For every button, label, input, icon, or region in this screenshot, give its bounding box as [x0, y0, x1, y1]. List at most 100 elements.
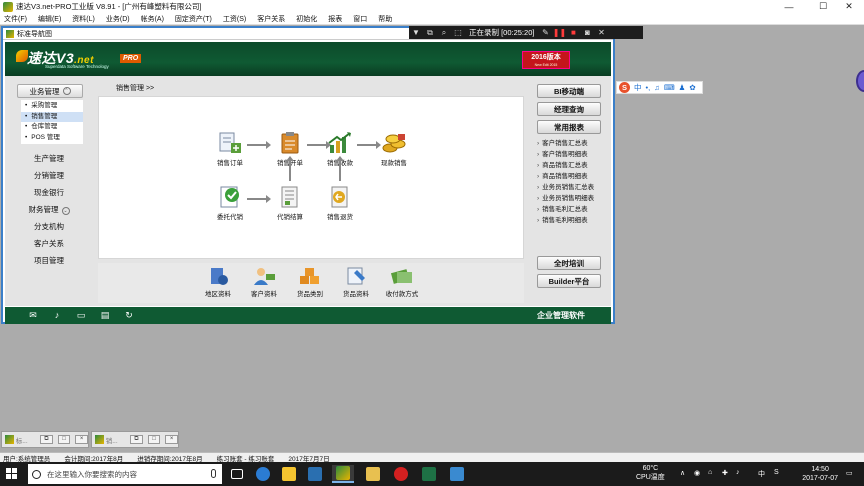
menu-business[interactable]: 业务(D) [106, 14, 130, 24]
document-icon[interactable]: ▤ [99, 310, 111, 321]
goods-category-item[interactable]: 货品类别 [286, 266, 334, 298]
sogou-tray-icon[interactable]: S [774, 469, 779, 476]
bi-mobile-button[interactable]: BI移动端 [537, 84, 601, 98]
edge-icon[interactable] [252, 465, 274, 483]
menu-edit[interactable]: 编辑(E) [38, 14, 61, 24]
volume-icon[interactable]: ♪ [736, 469, 740, 476]
flow-sales-order[interactable]: 销售订单 [206, 131, 254, 167]
pen-icon[interactable]: ✎ [538, 28, 552, 37]
menu-file[interactable]: 文件(F) [4, 14, 27, 24]
skin-icon[interactable]: ♟ [679, 83, 686, 92]
expand-icon[interactable]: ⌄ [61, 207, 70, 215]
module-finance[interactable]: 财务管理 ⌄ [9, 201, 89, 218]
minimized-window[interactable]: 销... ⧉ □ × [91, 431, 179, 448]
restore-icon[interactable]: ⧉ [130, 435, 143, 444]
show-hidden-icon[interactable]: ∧ [680, 469, 685, 477]
sogou-icon[interactable]: S [619, 82, 630, 93]
training-button[interactable]: 全时培训 [537, 256, 601, 270]
clock[interactable]: 14:50 2017-07-07 [802, 465, 838, 483]
submenu-purchase[interactable]: 采购管理 [21, 101, 83, 112]
payment-method-item[interactable]: 收付款方式 [378, 266, 426, 298]
submenu-pos[interactable]: POS 管理 [21, 133, 83, 144]
submenu-warehouse[interactable]: 仓库管理 [21, 122, 83, 133]
report-link[interactable]: 商品销售汇总表 [533, 160, 608, 171]
record-dropdown-icon[interactable]: ▼ [409, 28, 423, 37]
punctuation-icon[interactable]: •, [646, 83, 651, 92]
security-icon[interactable]: ✚ [722, 469, 728, 477]
camera-icon[interactable]: ◙ [580, 28, 594, 37]
zoom-icon[interactable]: ⌕ [437, 28, 451, 38]
maximize-icon[interactable]: □ [147, 435, 161, 444]
minimized-window[interactable]: 标... ⧉ □ × [1, 431, 89, 448]
report-link[interactable]: 商品销售明细表 [533, 171, 608, 182]
module-cash-bank[interactable]: 现金银行 [9, 184, 89, 201]
mic-icon[interactable] [211, 469, 216, 478]
refresh-icon[interactable]: ↻ [123, 310, 135, 321]
report-link[interactable]: 业务员销售明细表 [533, 193, 608, 204]
window-select-icon[interactable]: ⧉ [423, 28, 437, 38]
recorder-icon[interactable] [390, 465, 412, 483]
pause-icon[interactable]: ❚❚ [552, 28, 566, 37]
flow-consign-settle[interactable]: 代销结算 [266, 185, 314, 221]
menu-reports[interactable]: 报表 [328, 14, 342, 24]
report-link[interactable]: 销售毛利汇总表 [533, 204, 608, 215]
menu-data[interactable]: 资料(L) [72, 14, 95, 24]
taskbar-search-box[interactable]: 在这里输入你要搜索的内容 [28, 464, 222, 484]
tools-icon[interactable]: ✿ [689, 83, 695, 92]
flow-consignment[interactable]: 委托代销 [206, 185, 254, 221]
module-business-button[interactable]: 业务管理 ⌃ [17, 84, 83, 98]
common-reports-button[interactable]: 常用报表 [537, 120, 601, 134]
menu-crm[interactable]: 客户关系 [257, 14, 285, 24]
mail-icon[interactable]: ✉ [27, 310, 39, 321]
close-icon[interactable]: × [75, 435, 88, 444]
ime-lang[interactable]: 中 [634, 82, 642, 93]
app-icon[interactable] [304, 465, 326, 483]
customer-data-item[interactable]: 客户资料 [240, 266, 288, 298]
windows-start-icon[interactable] [6, 468, 17, 479]
app-icon[interactable] [446, 465, 468, 483]
area-data-item[interactable]: 地区资料 [194, 266, 242, 298]
report-link[interactable]: 销售毛利明细表 [533, 215, 608, 226]
module-crm[interactable]: 客户关系 [9, 235, 89, 252]
network-icon[interactable]: ⌂ [708, 469, 712, 476]
module-projects[interactable]: 项目管理 [9, 252, 89, 269]
keyboard-icon[interactable]: ⌨ [664, 83, 675, 92]
restore-icon[interactable]: ⧉ [40, 435, 53, 444]
file-explorer-icon[interactable] [362, 465, 384, 483]
goods-data-item[interactable]: 货品资料 [332, 266, 380, 298]
recorder-close-icon[interactable]: ✕ [594, 28, 608, 37]
notification-icon[interactable]: ▭ [846, 469, 853, 477]
speaker-icon[interactable]: ♪ [51, 310, 63, 321]
menu-help[interactable]: 帮助 [378, 14, 392, 24]
task-view-icon[interactable] [226, 465, 248, 483]
menu-init[interactable]: 初始化 [296, 14, 317, 24]
store-icon[interactable] [278, 465, 300, 483]
module-production[interactable]: 生产管理 [9, 150, 89, 167]
module-branches[interactable]: 分支机构 [9, 218, 89, 235]
submenu-sales[interactable]: 销售管理 [21, 111, 83, 122]
close-button[interactable]: ✕ [834, 0, 864, 13]
report-link[interactable]: 客户销售汇总表 [533, 138, 608, 149]
manager-query-button[interactable]: 经理查询 [537, 102, 601, 116]
minimize-button[interactable]: — [774, 0, 804, 13]
mic-icon[interactable]: ♫ [654, 83, 660, 92]
builder-platform-button[interactable]: Builder平台 [537, 274, 601, 288]
stop-icon[interactable]: ■ [566, 28, 580, 37]
input-language[interactable]: 中 [758, 469, 765, 479]
menu-payroll[interactable]: 工资(S) [223, 14, 246, 24]
flow-cash-sales[interactable]: 现款销售 [370, 131, 418, 167]
collapse-icon[interactable]: ⌃ [62, 87, 71, 95]
app-tray-icon[interactable]: ◉ [694, 469, 700, 477]
report-link[interactable]: 业务员销售汇总表 [533, 182, 608, 193]
excel-icon[interactable] [418, 465, 440, 483]
superdata-taskbar-icon[interactable] [332, 465, 354, 483]
menu-fixed-assets[interactable]: 固定资产(T) [175, 14, 212, 24]
menu-accounts[interactable]: 帐务(A) [141, 14, 164, 24]
report-link[interactable]: 客户销售明细表 [533, 149, 608, 160]
module-distribution[interactable]: 分销管理 [9, 167, 89, 184]
menu-window[interactable]: 窗口 [353, 14, 367, 24]
flow-sales-return[interactable]: 销售退货 [316, 185, 364, 221]
region-icon[interactable]: ⬚ [451, 28, 465, 37]
close-icon[interactable]: × [165, 435, 178, 444]
book-icon[interactable]: ▭ [75, 310, 87, 321]
